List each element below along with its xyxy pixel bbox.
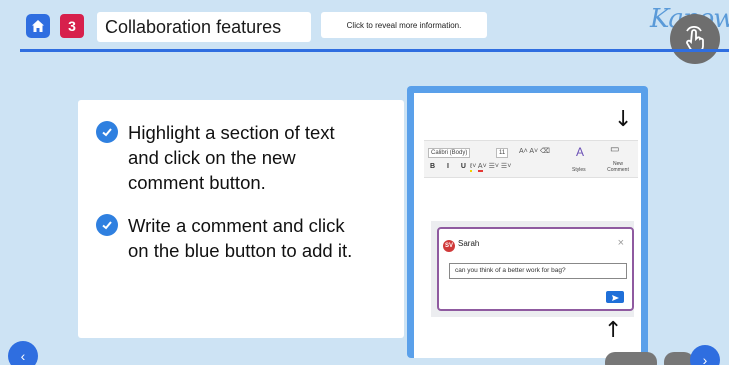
fullscreen-button[interactable] (670, 14, 720, 64)
slide-number-badge: 3 (60, 14, 84, 38)
previous-slide-button[interactable]: ‹ (8, 341, 38, 365)
styles-label: Styles (572, 167, 586, 173)
styles-icon: A (576, 145, 585, 159)
header-divider (20, 49, 729, 52)
bullet-text: Highlight a section of text and click on… (128, 122, 335, 193)
new-comment-icon: ▭ (610, 144, 620, 155)
checkmark-icon (96, 121, 118, 143)
bullet-text: Write a comment and click on the blue bu… (128, 215, 353, 261)
font-name-field: Calibri (Body) (428, 148, 471, 158)
instructions-card: Highlight a section of text and click on… (78, 100, 404, 338)
nav-pill[interactable] (605, 352, 657, 365)
close-icon: × (617, 237, 624, 249)
arrow-up-icon: ↑ (604, 318, 623, 343)
reveal-info-button[interactable]: Click to reveal more information. (321, 12, 487, 38)
highlight-color-icons: ℓ˅ A˅ ☰˅ ☰˅ (470, 163, 512, 172)
example-screenshot: ↓ Calibri (Body) 11 A˄ A˅ ⌫ B I U ℓ˅ A˅ … (414, 93, 641, 358)
new-comment-button: New Comment (607, 161, 629, 173)
bullet-item: Highlight a section of text and click on… (96, 120, 368, 195)
example-screenshot-frame: ↓ Calibri (Body) 11 A˄ A˅ ⌫ B I U ℓ˅ A˅ … (407, 86, 648, 358)
format-buttons: B I U (430, 163, 471, 170)
chevron-right-icon: › (702, 352, 708, 365)
home-button[interactable] (26, 14, 50, 38)
page-title: Collaboration features (97, 12, 311, 42)
comment-author: Sarah (458, 239, 480, 248)
word-ribbon: Calibri (Body) 11 A˄ A˅ ⌫ B I U ℓ˅ A˅ ☰˅… (424, 140, 638, 178)
font-size-field: 11 (496, 148, 509, 158)
comment-card: SV Sarah × can you think of a better wor… (437, 227, 634, 311)
chevron-left-icon: ‹ (20, 348, 26, 364)
send-button (606, 291, 624, 303)
home-icon (32, 20, 44, 32)
bullet-item: Write a comment and click on the blue bu… (96, 213, 368, 263)
avatar: SV (443, 240, 455, 252)
comment-input: can you think of a better work for bag? (449, 263, 627, 279)
arrow-down-icon: ↓ (614, 107, 633, 132)
next-slide-button[interactable]: › (690, 345, 720, 365)
send-icon (612, 295, 619, 301)
checkmark-icon (96, 214, 118, 236)
font-grow-shrink-icons: A˄ A˅ ⌫ (519, 148, 550, 155)
